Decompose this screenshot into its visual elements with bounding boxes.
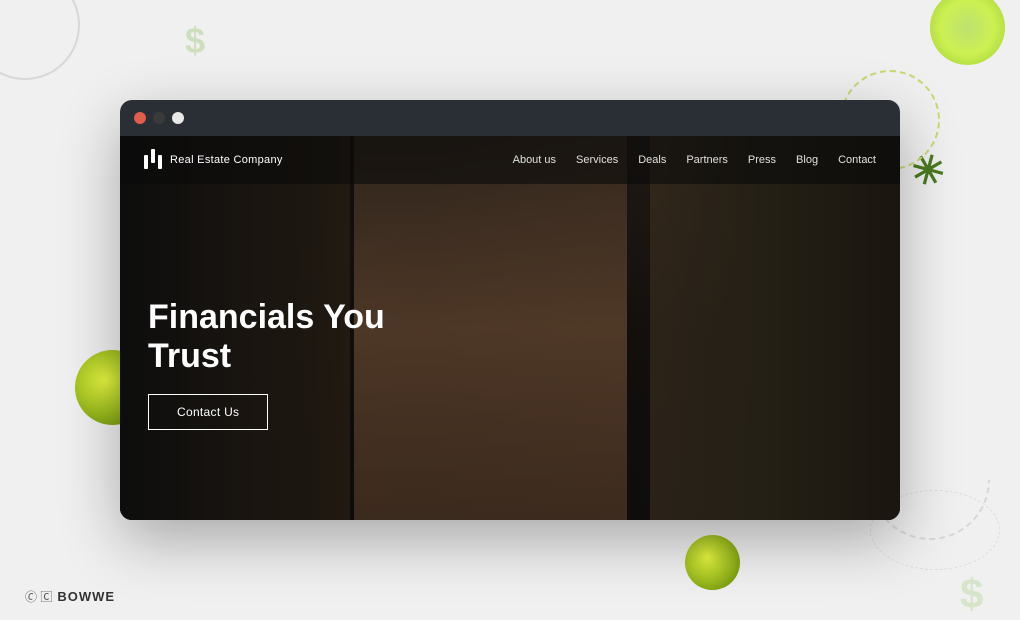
website-content: Real Estate Company About us Services De… [120,136,900,520]
bowwe-license-icons: 🄫 🄲 [25,588,52,605]
green-gradient-circle-bottom [685,535,740,590]
logo-area: Real Estate Company [144,149,283,171]
hero-text: Financials You Trust Contact Us [148,298,385,430]
bowwe-branding: 🄫 🄲 BOWWE [25,588,115,605]
browser-dot-minimize[interactable] [153,112,165,124]
nav-item-about[interactable]: About us [513,154,556,166]
logo-icon [144,149,162,171]
building-overlay-right [666,136,900,520]
circle-outline-topleft [0,0,80,80]
browser-dot-close[interactable] [134,112,146,124]
logo-text: Real Estate Company [170,154,283,166]
hero-headline: Financials You Trust [148,298,385,376]
nav-item-press[interactable]: Press [748,154,776,166]
dollar-sign-1: $ [185,20,205,62]
dollar-sign-3: $ [960,570,983,618]
nav-item-blog[interactable]: Blog [796,154,818,166]
nav-item-contact[interactable]: Contact [838,154,876,166]
nav-item-deals[interactable]: Deals [638,154,666,166]
hero-headline-line2: Trust [148,337,231,375]
nav-links: About us Services Deals Partners Press B… [513,154,876,166]
browser-chrome [120,100,900,136]
bowwe-text: BOWWE [57,589,115,604]
hero-headline-line1: Financials You [148,298,385,336]
starburst-icon: ✳ [906,144,950,197]
contact-us-button[interactable]: Contact Us [148,394,268,430]
archway [354,136,627,520]
browser-window: Real Estate Company About us Services De… [120,100,900,520]
nav-item-services[interactable]: Services [576,154,618,166]
navbar: Real Estate Company About us Services De… [120,136,900,184]
browser-dot-maximize[interactable] [172,112,184,124]
nav-item-partners[interactable]: Partners [686,154,728,166]
green-circle-topright [930,0,1005,65]
